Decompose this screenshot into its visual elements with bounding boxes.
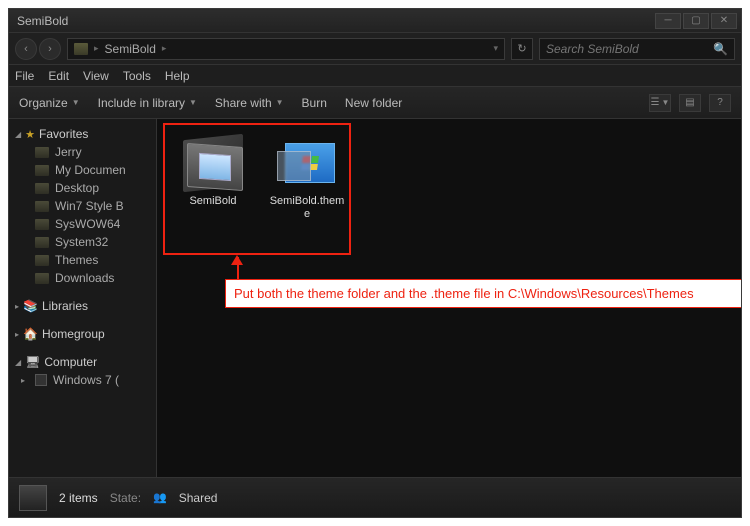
libraries-icon: 📚	[23, 299, 38, 313]
libraries-label: Libraries	[42, 299, 88, 313]
chevron-right-icon: ▸	[162, 43, 167, 54]
sidebar-item-jerry[interactable]: Jerry	[9, 143, 156, 161]
preview-pane-button[interactable]: ▤	[679, 94, 701, 112]
computer-label: Computer	[44, 355, 97, 369]
favorites-group[interactable]: ◢ ★ Favorites	[9, 125, 156, 143]
forward-button[interactable]: ›	[39, 38, 61, 60]
back-button[interactable]: ‹	[15, 38, 37, 60]
collapse-icon: ◢	[15, 130, 21, 139]
help-button[interactable]: ?	[709, 94, 731, 112]
folder-icon	[35, 273, 49, 284]
computer-icon: 🖥	[25, 355, 40, 369]
folder-icon	[74, 43, 88, 55]
view-options-button[interactable]: ☰▼	[649, 94, 671, 112]
new-folder-button[interactable]: New folder	[345, 96, 402, 110]
sidebar-item-mydocuments[interactable]: My Documen	[9, 161, 156, 179]
homegroup-label: Homegroup	[42, 327, 105, 341]
menu-view[interactable]: View	[83, 69, 109, 83]
body: ◢ ★ Favorites Jerry My Documen Desktop Win…	[9, 119, 741, 477]
expand-icon: ▸	[21, 376, 25, 385]
folder-icon	[35, 165, 49, 176]
menu-help[interactable]: Help	[165, 69, 190, 83]
include-library-button[interactable]: Include in library▼	[98, 96, 197, 110]
folder-icon	[35, 219, 49, 230]
window-title: SemiBold	[17, 14, 655, 28]
favorites-label: Favorites	[39, 127, 88, 141]
star-icon: ★	[25, 128, 35, 141]
folder-icon	[35, 147, 49, 158]
titlebar: SemiBold ─ ▢ ✕	[9, 9, 741, 33]
libraries-group[interactable]: ▸ 📚 Libraries	[9, 297, 156, 315]
window-controls: ─ ▢ ✕	[655, 13, 737, 29]
chevron-down-icon: ▼	[189, 98, 197, 107]
sidebar-item-desktop[interactable]: Desktop	[9, 179, 156, 197]
sidebar-item-win7style[interactable]: Win7 Style B	[9, 197, 156, 215]
share-with-button[interactable]: Share with▼	[215, 96, 284, 110]
item-count: 2 items	[59, 491, 98, 505]
items-view[interactable]: SemiBold SemiBold.theme Put both the the…	[157, 119, 741, 477]
status-thumbnail-icon	[19, 485, 47, 511]
menu-tools[interactable]: Tools	[123, 69, 151, 83]
maximize-button[interactable]: ▢	[683, 13, 709, 29]
menu-file[interactable]: File	[15, 69, 34, 83]
homegroup-icon: 🏠	[23, 327, 38, 341]
minimize-button[interactable]: ─	[655, 13, 681, 29]
folder-icon	[35, 237, 49, 248]
share-icon: 👥	[153, 491, 167, 504]
file-item-folder[interactable]: SemiBold	[175, 137, 251, 221]
collapse-icon: ◢	[15, 358, 21, 367]
search-box[interactable]: 🔍	[539, 38, 735, 60]
menu-bar: File Edit View Tools Help	[9, 65, 741, 87]
state-value: Shared	[179, 491, 218, 505]
menu-edit[interactable]: Edit	[48, 69, 69, 83]
file-label: SemiBold	[189, 195, 236, 208]
explorer-window: SemiBold ─ ▢ ✕ ‹ › ▸ SemiBold ▸ ▾ ↻ 🔍 Fi…	[8, 8, 742, 518]
computer-group[interactable]: ◢ 🖥 Computer	[9, 353, 156, 371]
close-button[interactable]: ✕	[711, 13, 737, 29]
chevron-down-icon: ▼	[276, 98, 284, 107]
drive-icon	[35, 374, 47, 386]
navigation-pane: ◢ ★ Favorites Jerry My Documen Desktop Win…	[9, 119, 157, 477]
annotation-line	[237, 257, 239, 279]
folder-icon	[35, 255, 49, 266]
annotation-callout: Put both the theme folder and the .theme…	[225, 279, 741, 308]
refresh-button[interactable]: ↻	[511, 38, 533, 60]
address-bar[interactable]: ▸ SemiBold ▸ ▾	[67, 38, 505, 60]
file-item-theme[interactable]: SemiBold.theme	[269, 137, 345, 221]
chevron-down-icon: ▼	[72, 98, 80, 107]
annotation-text: Put both the theme folder and the .theme…	[234, 286, 694, 301]
search-icon: 🔍	[713, 42, 728, 56]
organize-button[interactable]: Organize▼	[19, 96, 80, 110]
sidebar-item-themes[interactable]: Themes	[9, 251, 156, 269]
status-bar: 2 items State: 👥 Shared	[9, 477, 741, 517]
sidebar-item-downloads[interactable]: Downloads	[9, 269, 156, 287]
folder-icon	[35, 201, 49, 212]
address-dropdown-icon[interactable]: ▾	[493, 43, 498, 54]
sidebar-item-windows7[interactable]: ▸Windows 7 (	[9, 371, 156, 389]
state-label: State:	[110, 491, 141, 505]
nav-arrows: ‹ ›	[15, 38, 61, 60]
command-bar: Organize▼ Include in library▼ Share with…	[9, 87, 741, 119]
homegroup-group[interactable]: ▸ 🏠 Homegroup	[9, 325, 156, 343]
expand-icon: ▸	[15, 330, 19, 339]
search-input[interactable]	[546, 42, 707, 56]
sidebar-item-syswow64[interactable]: SysWOW64	[9, 215, 156, 233]
theme-icon	[275, 137, 339, 189]
burn-button[interactable]: Burn	[302, 96, 327, 110]
address-folder: SemiBold	[105, 42, 156, 56]
chevron-right-icon: ▸	[94, 43, 99, 54]
navigation-bar: ‹ › ▸ SemiBold ▸ ▾ ↻ 🔍	[9, 33, 741, 65]
folder-icon	[183, 137, 243, 189]
expand-icon: ▸	[15, 302, 19, 311]
file-label: SemiBold.theme	[269, 195, 345, 221]
sidebar-item-system32[interactable]: System32	[9, 233, 156, 251]
folder-icon	[35, 183, 49, 194]
